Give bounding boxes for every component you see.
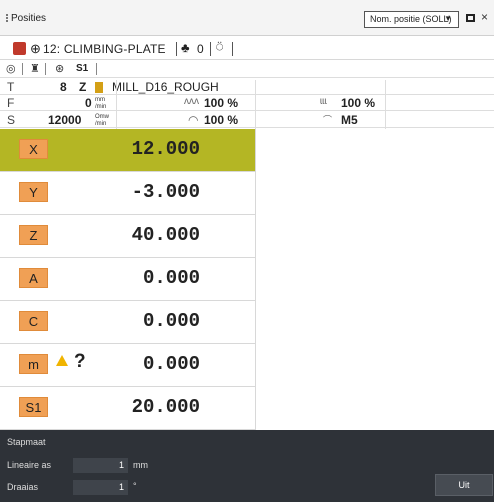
axis-badge: X (19, 139, 48, 159)
tool-label: T (7, 80, 15, 94)
tool-axis: Z (79, 80, 87, 94)
window-titlebar: Posities Nom. positie (SOLL) ▼ × (0, 0, 494, 36)
tool-number: 8 (60, 80, 67, 94)
axis-badge: S1 (19, 397, 48, 417)
spindle-override: 100 % (204, 113, 239, 127)
rotary-step-input[interactable]: 1 (73, 480, 128, 495)
divider (96, 63, 97, 75)
warning-icon (56, 355, 68, 366)
axis-row-a[interactable]: A 0.000 (0, 258, 255, 301)
tool-row: T 8 Z MILL_D16_ROUGH (0, 80, 494, 95)
handwheel-icon: ⍥ (216, 40, 224, 54)
axis-row-c[interactable]: C 0.000 (0, 301, 255, 344)
spindle-label: S1 (76, 63, 89, 74)
linear-step-input[interactable]: 1 (73, 458, 128, 473)
axis-row-m[interactable]: m ? 0.000 (0, 344, 255, 387)
mfunction: M5 (341, 113, 358, 127)
spindle-unit-bottom: /min (95, 121, 107, 127)
tool-status-icons: ◎ ♜ ⊛ S1 (0, 61, 494, 78)
program-status-row: ⊕ 12: CLIMBING-PLATE ♣ 0 ⍥ (0, 38, 494, 60)
off-button[interactable]: Uit (435, 474, 493, 496)
feed-row: F 0 mm /min ʌʌʌ 100 % ɩɩɩ 100 % (0, 96, 494, 111)
spindle-unit-top: Omw (95, 114, 109, 120)
axis-badge: Y (19, 182, 48, 202)
linear-axis-label: Lineaire as (7, 460, 52, 470)
divider (45, 63, 46, 75)
feed-override: 100 % (204, 96, 239, 110)
divider (255, 80, 256, 129)
pallet-icon: ♣ (181, 40, 190, 55)
stepsize-heading: Stapmaat (7, 437, 46, 447)
rapid-override: 100 % (341, 96, 376, 110)
axis-badge: C (19, 311, 48, 331)
rapid-override-icon: ɩɩɩ (320, 96, 327, 107)
tool-icon (95, 82, 103, 93)
divider (385, 80, 386, 129)
empty-pane (255, 129, 494, 430)
stepsize-panel: Stapmaat Lineaire as 1 mm Draaias 1 ° Ui… (0, 430, 494, 502)
close-icon[interactable]: × (481, 10, 488, 24)
unknown-state: ? (74, 351, 86, 372)
feed-unit-bottom: /min (95, 104, 107, 110)
axis-value: -3.000 (131, 181, 200, 203)
datum-icon: ⊕ (30, 41, 41, 56)
divider (116, 80, 117, 129)
axis-row-s1[interactable]: S1 20.000 (0, 387, 255, 430)
maximize-icon[interactable] (466, 14, 475, 22)
tool-table-icon (13, 42, 26, 55)
spindle-label-s: S (7, 113, 16, 127)
feed-override-icon: ʌʌʌ (184, 96, 199, 107)
spindle-override-icon: ◠ (188, 113, 199, 127)
divider (255, 129, 256, 430)
axis-value: 0.000 (142, 310, 200, 332)
axis-badge: Z (19, 225, 48, 245)
axis-row-y[interactable]: Y -3.000 (0, 172, 255, 215)
axis-row-x[interactable]: X 12.000 (0, 129, 255, 172)
divider (22, 63, 23, 75)
axis-badge: m (19, 354, 48, 374)
linear-unit: mm (133, 460, 148, 470)
rotary-axis-label: Draaias (7, 482, 39, 492)
window-title: Posities (11, 13, 47, 24)
cycle-icon: ◎ (6, 63, 16, 75)
axis-value: 40.000 (131, 224, 200, 246)
position-mode-value: Nom. positie (SOLL) (370, 14, 452, 24)
spindle-row: S 12000 Omw /min ◠ 100 % ⌒ M5 (0, 113, 494, 128)
spindle-icon: ⊛ (55, 63, 65, 75)
axis-badge: A (19, 268, 48, 288)
feed-label: F (7, 96, 15, 110)
feed-unit-top: mm (95, 97, 105, 103)
pallet-value: 0 (197, 42, 204, 56)
divider (210, 42, 211, 56)
axis-value: 0.000 (142, 267, 200, 289)
tool-name: MILL_D16_ROUGH (112, 80, 219, 94)
spindle-direction-icon: ⌒ (323, 115, 333, 125)
tool-holder-icon: ♜ (30, 63, 40, 75)
axis-value: 12.000 (131, 138, 200, 160)
spindle-speed: 12000 (48, 113, 82, 127)
program-name: 12: CLIMBING-PLATE (43, 42, 166, 56)
divider (232, 42, 233, 56)
position-mode-select[interactable]: Nom. positie (SOLL) ▼ (364, 11, 459, 28)
axis-value: 0.000 (142, 353, 200, 375)
chevron-down-icon: ▼ (444, 14, 452, 23)
axis-value: 20.000 (131, 396, 200, 418)
feed-value: 0 (85, 96, 92, 110)
axis-row-z[interactable]: Z 40.000 (0, 215, 255, 258)
divider (176, 42, 177, 56)
rotary-unit: ° (133, 481, 137, 491)
drag-handle-icon[interactable] (6, 14, 8, 22)
